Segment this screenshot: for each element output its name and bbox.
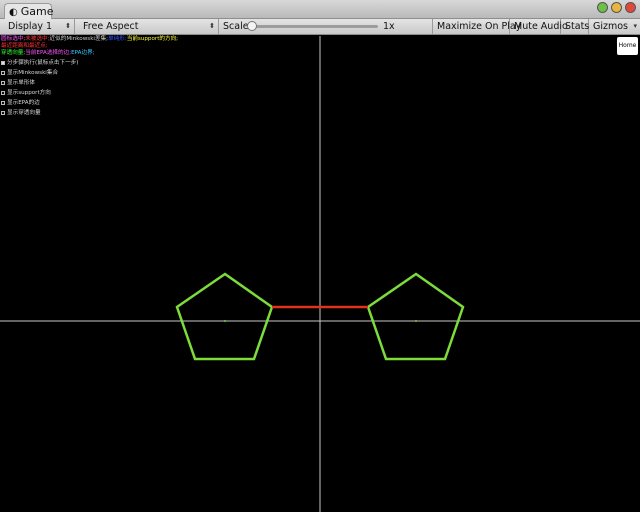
- maximize-on-play-label: Maximize On Play: [437, 21, 522, 32]
- option-checkbox[interactable]: [1, 111, 5, 115]
- legend-item: 穿透向量;: [1, 49, 26, 56]
- game-viewport[interactable]: [0, 36, 640, 512]
- option-item[interactable]: 显示穿透向量: [1, 108, 79, 118]
- updown-arrow-icon: ⬍: [209, 22, 215, 30]
- option-checkbox[interactable]: [1, 71, 5, 75]
- scale-value: 1x: [383, 21, 395, 32]
- option-label: 显示单形体: [7, 80, 35, 86]
- legend-item: 未被选中;: [25, 36, 50, 42]
- scale-slider-track[interactable]: [248, 25, 378, 28]
- stats-toggle[interactable]: Stats: [561, 19, 589, 34]
- legend-item: 单纯形;: [108, 36, 127, 42]
- mute-audio-toggle[interactable]: Mute Audio: [510, 19, 568, 34]
- display-dropdown[interactable]: Display 1 ⬍: [0, 19, 75, 34]
- home-button[interactable]: Home: [617, 37, 638, 55]
- option-label: 显示EPA的边: [7, 100, 40, 106]
- scale-slider-handle[interactable]: [247, 21, 257, 31]
- right-shape-center: [415, 320, 417, 322]
- legend-item: 当前support的方向;: [126, 36, 179, 42]
- game-icon: ◐: [9, 7, 18, 18]
- color-legend: 圆标选中;未被选中;近似的Minkowski差集;单纯形;当前support的方…: [1, 36, 178, 56]
- scale-label: Scale: [223, 21, 249, 32]
- option-label: 分步骤执行(鼠标点击下一步): [7, 60, 79, 66]
- option-item[interactable]: 分步骤执行(鼠标点击下一步): [1, 58, 79, 68]
- option-label: 显示Minkowski集合: [7, 70, 59, 76]
- tab-game-label: Game: [20, 5, 54, 18]
- option-item[interactable]: 显示EPA的边: [1, 98, 79, 108]
- option-item[interactable]: 显示单形体: [1, 78, 79, 88]
- gizmos-dropdown[interactable]: Gizmos ▾: [589, 19, 640, 34]
- gizmos-label: Gizmos: [593, 21, 629, 32]
- updown-arrow-icon: ⬍: [65, 22, 71, 30]
- window-controls: [597, 2, 636, 13]
- minimize-window-button[interactable]: [611, 2, 622, 13]
- dropdown-arrow-icon: ▾: [633, 22, 637, 30]
- close-window-button[interactable]: [625, 2, 636, 13]
- aspect-label: Free Aspect: [83, 21, 139, 32]
- option-label: 显示穿透向量: [7, 110, 41, 116]
- legend-item: 圆标选中;: [1, 36, 26, 42]
- left-pentagon-shape: [175, 272, 274, 361]
- game-toolbar: Display 1 ⬍ Free Aspect ⬍ Scale 1x Maxim…: [0, 19, 640, 35]
- right-pentagon-shape: [366, 272, 465, 361]
- legend-item: 最近距离和最近点;: [1, 42, 48, 49]
- legend-line-3: 穿透向量;当前EPA选择的边;EPA边界;: [1, 50, 178, 57]
- option-checkbox[interactable]: [1, 61, 5, 65]
- window-titlebar: ◐ Game: [0, 0, 640, 19]
- maximize-on-play-toggle[interactable]: Maximize On Play: [433, 19, 521, 34]
- option-checkbox[interactable]: [1, 81, 5, 85]
- option-item[interactable]: 显示support方向: [1, 88, 79, 98]
- legend-line-2: 最近距离和最近点;: [1, 43, 178, 50]
- legend-item: 近似的Minkowski差集;: [49, 36, 109, 42]
- display-label: Display 1: [8, 21, 53, 32]
- options-panel: 分步骤执行(鼠标点击下一步) 显示Minkowski集合 显示单形体显示suppor…: [1, 58, 79, 118]
- legend-item: 当前EPA选择的边;: [25, 49, 72, 56]
- option-checkbox[interactable]: [1, 101, 5, 105]
- option-label: 显示support方向: [7, 90, 51, 96]
- legend-item: EPA边界;: [71, 49, 95, 56]
- option-checkbox[interactable]: [1, 91, 5, 95]
- left-shape-center: [224, 320, 226, 322]
- stats-label: Stats: [565, 21, 590, 32]
- option-item[interactable]: 显示Minkowski集合: [1, 68, 79, 78]
- maximize-window-button[interactable]: [597, 2, 608, 13]
- mute-audio-label: Mute Audio: [514, 21, 568, 32]
- aspect-dropdown[interactable]: Free Aspect ⬍: [75, 19, 219, 34]
- tab-game[interactable]: ◐ Game: [4, 3, 54, 19]
- legend-line-1: 圆标选中;未被选中;近似的Minkowski差集;单纯形;当前support的方…: [1, 36, 178, 43]
